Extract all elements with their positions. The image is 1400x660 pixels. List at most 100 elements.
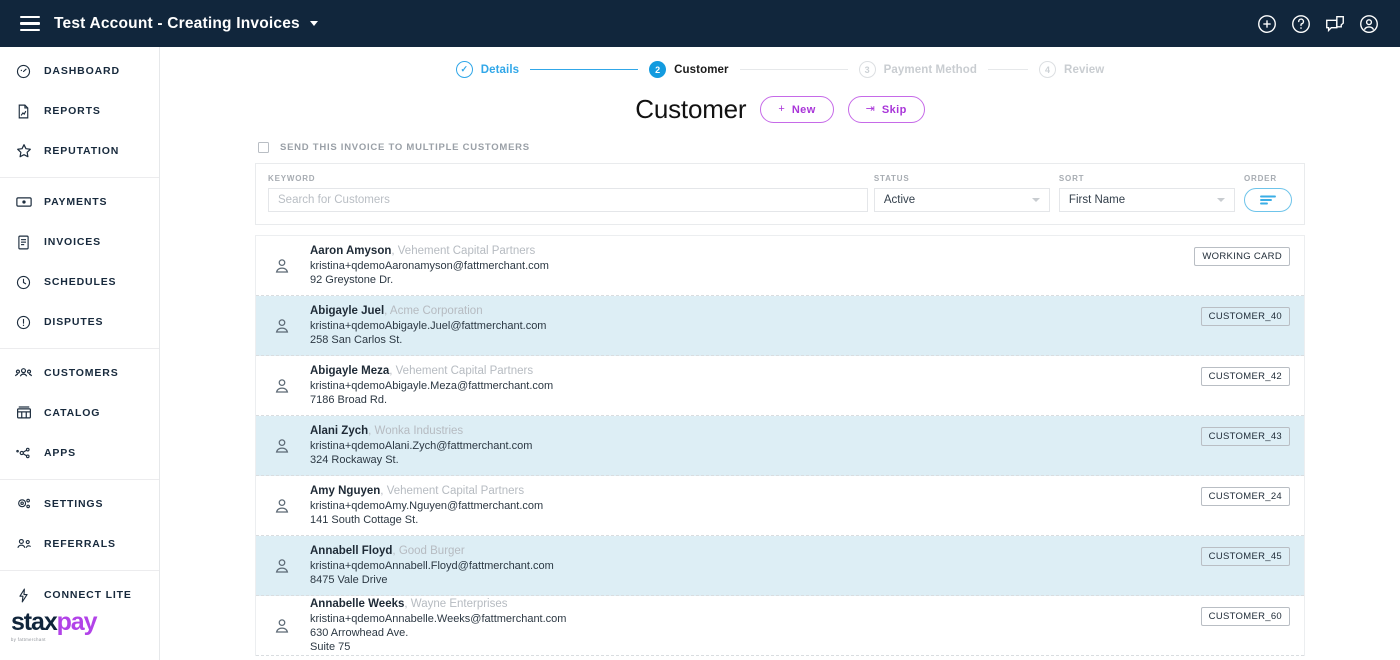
step-connector [988, 68, 1029, 71]
sidebar-item-label: REFERRALS [44, 538, 116, 550]
table-row[interactable]: Annabell Floyd, Good Burger kristina+qde… [256, 536, 1304, 596]
sidebar-item-referrals[interactable]: REFERRALS [0, 524, 159, 564]
step-marker: ✓ [455, 61, 473, 78]
status-label: STATUS [873, 174, 910, 183]
step-customer[interactable]: 2 Customer [649, 61, 729, 78]
sidebar-item-apps[interactable]: APPS [0, 433, 159, 473]
step-connector [530, 68, 639, 71]
step-label: Details [480, 63, 520, 76]
sidebar-group-4: SETTINGS REFERRALS [0, 480, 159, 571]
order-label: ORDER [1244, 174, 1277, 183]
sidebar-item-invoices[interactable]: INVOICES [0, 222, 159, 262]
table-row[interactable]: Aaron Amyson, Vehement Capital Partners … [256, 236, 1304, 296]
sidebar-item-customers[interactable]: CUSTOMERS [0, 353, 159, 393]
table-row[interactable]: Abigayle Juel, Acme Corporation kristina… [256, 296, 1304, 356]
multiple-customers-row: SEND THIS INVOICE TO MULTIPLE CUSTOMERS [258, 142, 1400, 153]
badge-container: CUSTOMER_60 [1200, 596, 1290, 655]
user-account-icon[interactable] [1358, 13, 1380, 35]
status-badge: CUSTOMER_24 [1200, 487, 1290, 506]
page-title-row: Customer + New ⇥ Skip [160, 94, 1400, 125]
caret-down-icon[interactable] [309, 21, 318, 26]
customer-email: kristina+qdemoAbigayle.Meza@fattmerchant… [310, 380, 554, 392]
status-select[interactable]: Active [873, 188, 1050, 212]
sidebar-item-label: DASHBOARD [44, 65, 120, 77]
catalog-icon [14, 404, 33, 423]
sidebar-item-label: SCHEDULES [44, 276, 117, 288]
table-row[interactable]: Abigayle Meza, Vehement Capital Partners… [256, 356, 1304, 416]
badge-container: CUSTOMER_24 [1200, 476, 1290, 535]
table-row[interactable]: Alani Zych, Wonka Industries kristina+qd… [256, 416, 1304, 476]
sidebar-item-label: DISPUTES [44, 316, 104, 328]
sidebar-item-label: SETTINGS [44, 498, 104, 510]
customer-company: Vehement Capital Partners [395, 365, 534, 377]
customer-name: Abigayle Juel [310, 305, 385, 317]
table-row[interactable]: Amy Nguyen, Vehement Capital Partners kr… [256, 476, 1304, 536]
customer-name: Amy Nguyen [310, 485, 381, 497]
sidebar-item-label: PAYMENTS [44, 196, 108, 208]
customer-company: Vehement Capital Partners [386, 485, 525, 497]
sort-value: First Name [1068, 194, 1126, 206]
customer-address-1: 7186 Broad Rd. [310, 394, 388, 406]
referral-people-icon [14, 535, 33, 554]
help-circle-icon[interactable] [1290, 13, 1312, 35]
step-payment-method[interactable]: 3 Payment Method [858, 61, 977, 78]
gear-icon [14, 495, 33, 514]
chat-icon[interactable] [1324, 13, 1346, 35]
sidebar-item-label: INVOICES [44, 236, 101, 248]
step-review[interactable]: 4 Review [1039, 61, 1104, 78]
sidebar-item-reports[interactable]: REPORTS [0, 91, 159, 131]
step-label: Customer [674, 63, 729, 76]
skip-button[interactable]: ⇥ Skip [847, 96, 925, 123]
status-badge: CUSTOMER_45 [1200, 547, 1290, 566]
speedometer-icon [14, 62, 33, 81]
multiple-customers-label: SEND THIS INVOICE TO MULTIPLE CUSTOMERS [280, 142, 530, 153]
step-marker: 4 [1039, 61, 1057, 78]
step-connector [739, 68, 848, 71]
search-input[interactable]: Search for Customers [268, 188, 868, 212]
user-avatar-icon [272, 556, 292, 576]
invoice-icon [14, 233, 33, 252]
badge-container: CUSTOMER_45 [1200, 536, 1290, 595]
user-avatar-icon [272, 616, 292, 636]
cash-icon [14, 193, 33, 212]
add-circle-icon[interactable] [1256, 13, 1278, 35]
user-avatar-icon [272, 496, 292, 516]
sidebar-item-payments[interactable]: PAYMENTS [0, 182, 159, 222]
customer-email: kristina+qdemoAbigayle.Juel@fattmerchant… [310, 320, 547, 332]
badge-container: CUSTOMER_43 [1200, 416, 1290, 475]
plus-icon: + [778, 103, 785, 115]
status-badge: CUSTOMER_40 [1200, 307, 1290, 326]
customer-address-1: 258 San Carlos St. [310, 334, 403, 346]
sidebar-item-dashboard[interactable]: DASHBOARD [0, 51, 159, 91]
top-bar: Test Account - Creating Invoices [0, 0, 1400, 47]
page-title: Customer [635, 94, 747, 124]
step-details[interactable]: ✓ Details [455, 61, 520, 78]
customer-name: Alani Zych [310, 425, 369, 437]
order-toggle-button[interactable] [1244, 188, 1292, 212]
sort-select[interactable]: First Name [1058, 188, 1235, 212]
table-row[interactable]: Annabelle Weeks, Wayne Enterprises krist… [256, 596, 1304, 656]
customer-address-1: 8475 Vale Drive [310, 574, 388, 586]
skip-arrow-icon: ⇥ [865, 103, 875, 115]
chevron-down-icon [1216, 198, 1225, 202]
sidebar-item-label: CATALOG [44, 407, 101, 419]
user-avatar-icon [272, 316, 292, 336]
multiple-customers-checkbox[interactable] [258, 142, 269, 153]
hamburger-icon[interactable] [20, 16, 40, 31]
new-customer-button[interactable]: + New [760, 96, 834, 123]
sidebar-item-label: CUSTOMERS [44, 367, 119, 379]
customer-name: Annabelle Weeks [310, 598, 405, 610]
sidebar-group-2: PAYMENTS INVOICES SCHEDULES DISPUTES [0, 178, 159, 349]
sidebar-item-catalog[interactable]: CATALOG [0, 393, 159, 433]
top-bar-actions [1256, 13, 1380, 35]
sidebar-item-schedules[interactable]: SCHEDULES [0, 262, 159, 302]
sidebar-item-label: APPS [44, 447, 76, 459]
sidebar-item-disputes[interactable]: DISPUTES [0, 302, 159, 342]
badge-container: CUSTOMER_40 [1200, 296, 1290, 355]
customer-name: Annabell Floyd [310, 545, 393, 557]
keyword-field: KEYWORD Search for Customers [268, 174, 868, 212]
customer-company: Wonka Industries [374, 425, 464, 437]
step-marker: 2 [649, 61, 667, 78]
sidebar-item-reputation[interactable]: REPUTATION [0, 131, 159, 171]
sidebar-item-settings[interactable]: SETTINGS [0, 484, 159, 524]
